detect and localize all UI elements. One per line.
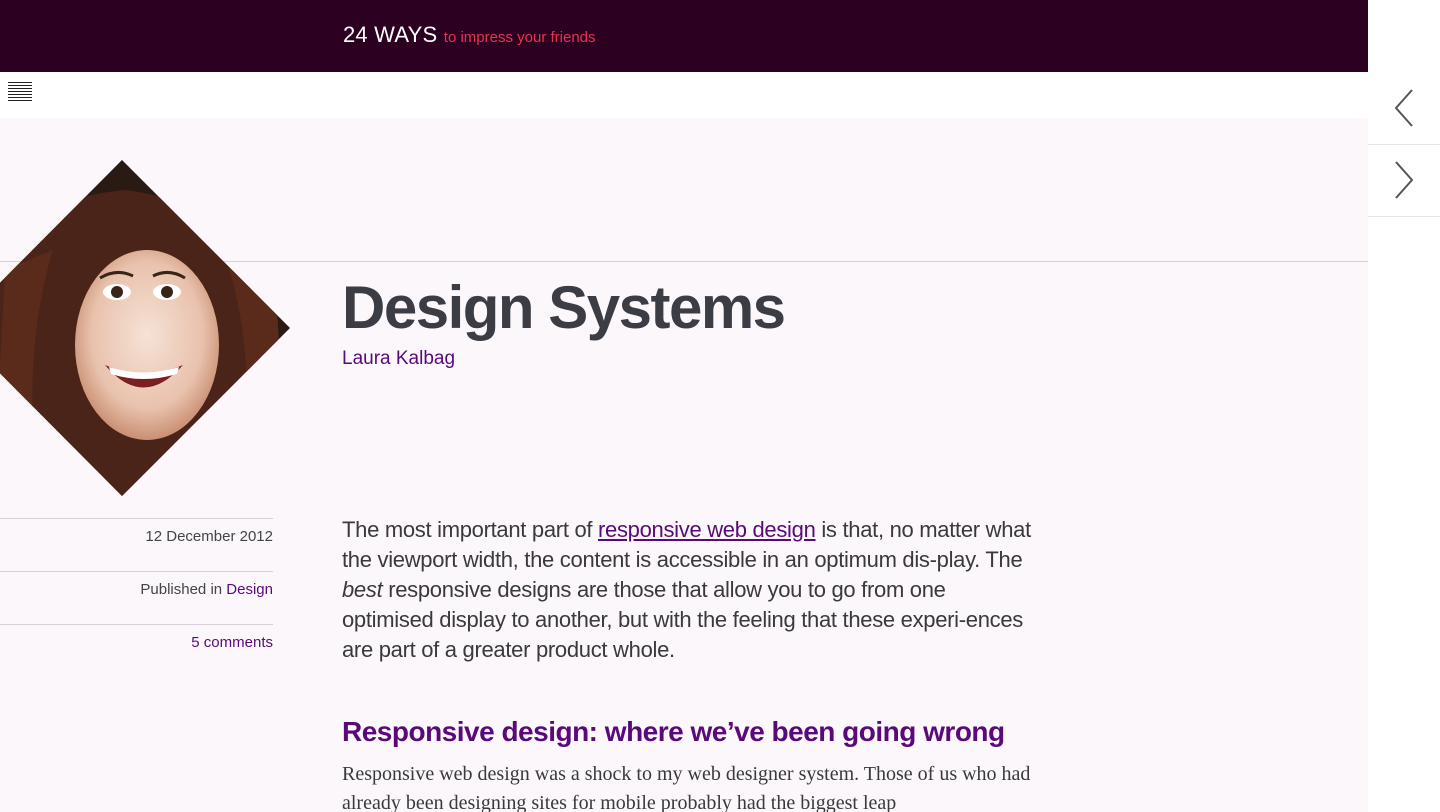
previous-article-button[interactable] (1368, 72, 1440, 145)
hamburger-menu-icon[interactable] (8, 82, 32, 102)
brand-tagline: to impress your friends (443, 29, 596, 46)
intro-text-start: The most important part of (342, 517, 599, 542)
divider (0, 518, 273, 519)
site-brand[interactable]: 24 WAYS to impress your friends (343, 22, 596, 48)
brand-name: 24 WAYS (343, 22, 438, 47)
article-area: Design Systems Laura Kalbag 12 December … (0, 118, 1368, 812)
author-avatar (0, 160, 290, 496)
comments-meta: 5 comments (0, 634, 273, 651)
next-article-button[interactable] (1368, 144, 1440, 217)
intro-text-end: responsive designs are those that allow … (342, 577, 1024, 662)
article-title: Design Systems (342, 274, 786, 341)
article-date: 12 December 2012 (145, 528, 273, 545)
site-header: 24 WAYS to impress your friends (0, 0, 1368, 72)
intro-paragraph: The most important part of responsive we… (342, 515, 1032, 665)
body-paragraph: Responsive web design was a shock to my … (342, 763, 1031, 812)
article-nav-rail (1368, 0, 1440, 812)
published-in: Published in Design (0, 581, 273, 598)
published-prefix: Published in (140, 581, 223, 598)
divider (0, 624, 273, 625)
intro-emphasis: best (342, 577, 383, 602)
chevron-right-icon (1395, 161, 1414, 199)
chevron-left-icon (1394, 89, 1413, 127)
section-heading: Responsive design: where we’ve been goin… (342, 716, 1005, 747)
category-link[interactable]: Design (226, 581, 273, 598)
responsive-web-design-link[interactable]: responsive web design (598, 517, 816, 542)
divider (0, 571, 273, 572)
comments-link[interactable]: 5 comments (191, 634, 273, 651)
author-link[interactable]: Laura Kalbag (342, 348, 455, 370)
